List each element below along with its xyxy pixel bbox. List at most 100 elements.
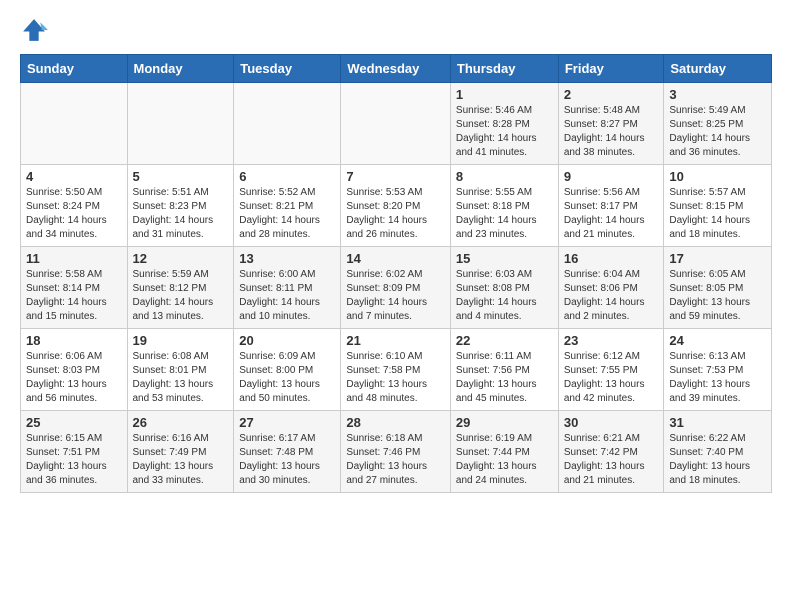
header [20, 16, 772, 44]
week-row-4: 18 Sunrise: 6:06 AM Sunset: 8:03 PM Dayli… [21, 329, 772, 411]
day-number: 10 [669, 169, 766, 184]
day-info: Sunrise: 5:50 AM Sunset: 8:24 PM Dayligh… [26, 186, 122, 242]
day-number: 23 [564, 333, 659, 348]
calendar-cell: 18 Sunrise: 6:06 AM Sunset: 8:03 PM Dayli… [21, 329, 128, 411]
day-number: 3 [669, 87, 766, 102]
day-info: Sunrise: 6:04 AM Sunset: 8:06 PM Dayligh… [564, 268, 659, 324]
day-info: Sunrise: 6:18 AM Sunset: 7:46 PM Dayligh… [346, 432, 445, 488]
calendar-cell: 8 Sunrise: 5:55 AM Sunset: 8:18 PM Daylig… [450, 165, 558, 247]
calendar-cell: 6Sunrise: 5:52 AM Sunset: 8:21 PM Daylig… [234, 165, 341, 247]
day-info: Sunrise: 5:58 AM Sunset: 8:14 PM Dayligh… [26, 268, 122, 324]
day-info: Sunrise: 6:22 AM Sunset: 7:40 PM Dayligh… [669, 432, 766, 488]
logo [20, 16, 52, 44]
day-number: 14 [346, 251, 445, 266]
day-info: Sunrise: 5:52 AM Sunset: 8:21 PM Dayligh… [239, 186, 335, 242]
calendar-cell: 20 Sunrise: 6:09 AM Sunset: 8:00 PM Dayli… [234, 329, 341, 411]
calendar-cell: 1Sunrise: 5:46 AM Sunset: 8:28 PM Daylig… [450, 83, 558, 165]
day-number: 2 [564, 87, 659, 102]
day-info: Sunrise: 5:48 AM Sunset: 8:27 PM Dayligh… [564, 104, 659, 160]
weekday-header-friday: Friday [558, 55, 664, 83]
day-info: Sunrise: 6:13 AM Sunset: 7:53 PM Dayligh… [669, 350, 766, 406]
page: SundayMondayTuesdayWednesdayThursdayFrid… [0, 0, 792, 509]
day-info: Sunrise: 6:19 AM Sunset: 7:44 PM Dayligh… [456, 432, 553, 488]
day-info: Sunrise: 6:03 AM Sunset: 8:08 PM Dayligh… [456, 268, 553, 324]
day-number: 29 [456, 415, 553, 430]
calendar-cell: 30Sunrise: 6:21 AM Sunset: 7:42 PM Dayli… [558, 411, 664, 493]
weekday-header-sunday: Sunday [21, 55, 128, 83]
day-number: 7 [346, 169, 445, 184]
calendar-cell: 7 Sunrise: 5:53 AM Sunset: 8:20 PM Daylig… [341, 165, 451, 247]
calendar-cell: 13Sunrise: 6:00 AM Sunset: 8:11 PM Dayli… [234, 247, 341, 329]
day-number: 18 [26, 333, 122, 348]
day-number: 8 [456, 169, 553, 184]
calendar-cell: 29 Sunrise: 6:19 AM Sunset: 7:44 PM Dayli… [450, 411, 558, 493]
calendar-cell: 2 Sunrise: 5:48 AM Sunset: 8:27 PM Daylig… [558, 83, 664, 165]
day-info: Sunrise: 6:05 AM Sunset: 8:05 PM Dayligh… [669, 268, 766, 324]
day-number: 20 [239, 333, 335, 348]
day-number: 26 [133, 415, 229, 430]
day-number: 21 [346, 333, 445, 348]
day-info: Sunrise: 6:15 AM Sunset: 7:51 PM Dayligh… [26, 432, 122, 488]
weekday-header-thursday: Thursday [450, 55, 558, 83]
day-info: Sunrise: 6:11 AM Sunset: 7:56 PM Dayligh… [456, 350, 553, 406]
week-row-3: 11 Sunrise: 5:58 AM Sunset: 8:14 PM Dayli… [21, 247, 772, 329]
day-info: Sunrise: 5:57 AM Sunset: 8:15 PM Dayligh… [669, 186, 766, 242]
day-info: Sunrise: 5:46 AM Sunset: 8:28 PM Dayligh… [456, 104, 553, 160]
day-info: Sunrise: 5:53 AM Sunset: 8:20 PM Dayligh… [346, 186, 445, 242]
day-info: Sunrise: 5:55 AM Sunset: 8:18 PM Dayligh… [456, 186, 553, 242]
day-number: 15 [456, 251, 553, 266]
day-info: Sunrise: 6:06 AM Sunset: 8:03 PM Dayligh… [26, 350, 122, 406]
calendar-cell [234, 83, 341, 165]
calendar-cell: 28 Sunrise: 6:18 AM Sunset: 7:46 PM Dayli… [341, 411, 451, 493]
day-info: Sunrise: 5:51 AM Sunset: 8:23 PM Dayligh… [133, 186, 229, 242]
day-number: 11 [26, 251, 122, 266]
calendar-cell [21, 83, 128, 165]
calendar-cell: 23 Sunrise: 6:12 AM Sunset: 7:55 PM Dayli… [558, 329, 664, 411]
day-number: 9 [564, 169, 659, 184]
day-info: Sunrise: 5:49 AM Sunset: 8:25 PM Dayligh… [669, 104, 766, 160]
day-info: Sunrise: 6:17 AM Sunset: 7:48 PM Dayligh… [239, 432, 335, 488]
week-row-5: 25Sunrise: 6:15 AM Sunset: 7:51 PM Dayli… [21, 411, 772, 493]
calendar-cell: 22 Sunrise: 6:11 AM Sunset: 7:56 PM Dayli… [450, 329, 558, 411]
day-info: Sunrise: 6:02 AM Sunset: 8:09 PM Dayligh… [346, 268, 445, 324]
day-info: Sunrise: 6:12 AM Sunset: 7:55 PM Dayligh… [564, 350, 659, 406]
day-number: 24 [669, 333, 766, 348]
day-info: Sunrise: 6:21 AM Sunset: 7:42 PM Dayligh… [564, 432, 659, 488]
week-row-2: 4Sunrise: 5:50 AM Sunset: 8:24 PM Daylig… [21, 165, 772, 247]
calendar-cell: 25Sunrise: 6:15 AM Sunset: 7:51 PM Dayli… [21, 411, 128, 493]
day-number: 19 [133, 333, 229, 348]
day-number: 31 [669, 415, 766, 430]
day-number: 16 [564, 251, 659, 266]
weekday-header-tuesday: Tuesday [234, 55, 341, 83]
day-number: 13 [239, 251, 335, 266]
calendar-cell: 27 Sunrise: 6:17 AM Sunset: 7:48 PM Dayli… [234, 411, 341, 493]
weekday-header-wednesday: Wednesday [341, 55, 451, 83]
weekday-header-saturday: Saturday [664, 55, 772, 83]
calendar-cell: 11 Sunrise: 5:58 AM Sunset: 8:14 PM Dayli… [21, 247, 128, 329]
calendar-cell: 31 Sunrise: 6:22 AM Sunset: 7:40 PM Dayli… [664, 411, 772, 493]
day-info: Sunrise: 6:16 AM Sunset: 7:49 PM Dayligh… [133, 432, 229, 488]
calendar-cell: 17Sunrise: 6:05 AM Sunset: 8:05 PM Dayli… [664, 247, 772, 329]
calendar-cell [127, 83, 234, 165]
calendar-cell: 3 Sunrise: 5:49 AM Sunset: 8:25 PM Daylig… [664, 83, 772, 165]
calendar-cell: 19Sunrise: 6:08 AM Sunset: 8:01 PM Dayli… [127, 329, 234, 411]
day-info: Sunrise: 6:09 AM Sunset: 8:00 PM Dayligh… [239, 350, 335, 406]
calendar-cell: 14 Sunrise: 6:02 AM Sunset: 8:09 PM Dayli… [341, 247, 451, 329]
day-number: 27 [239, 415, 335, 430]
calendar-cell: 16 Sunrise: 6:04 AM Sunset: 8:06 PM Dayli… [558, 247, 664, 329]
week-row-1: 1Sunrise: 5:46 AM Sunset: 8:28 PM Daylig… [21, 83, 772, 165]
calendar-cell: 5Sunrise: 5:51 AM Sunset: 8:23 PM Daylig… [127, 165, 234, 247]
day-number: 12 [133, 251, 229, 266]
calendar-cell [341, 83, 451, 165]
day-number: 28 [346, 415, 445, 430]
day-info: Sunrise: 6:10 AM Sunset: 7:58 PM Dayligh… [346, 350, 445, 406]
calendar-cell: 21 Sunrise: 6:10 AM Sunset: 7:58 PM Dayli… [341, 329, 451, 411]
calendar-table: SundayMondayTuesdayWednesdayThursdayFrid… [20, 54, 772, 493]
weekday-header-monday: Monday [127, 55, 234, 83]
calendar-cell: 4Sunrise: 5:50 AM Sunset: 8:24 PM Daylig… [21, 165, 128, 247]
calendar-cell: 15 Sunrise: 6:03 AM Sunset: 8:08 PM Dayli… [450, 247, 558, 329]
logo-icon [20, 16, 48, 44]
day-info: Sunrise: 5:59 AM Sunset: 8:12 PM Dayligh… [133, 268, 229, 324]
weekday-header-row: SundayMondayTuesdayWednesdayThursdayFrid… [21, 55, 772, 83]
day-number: 22 [456, 333, 553, 348]
